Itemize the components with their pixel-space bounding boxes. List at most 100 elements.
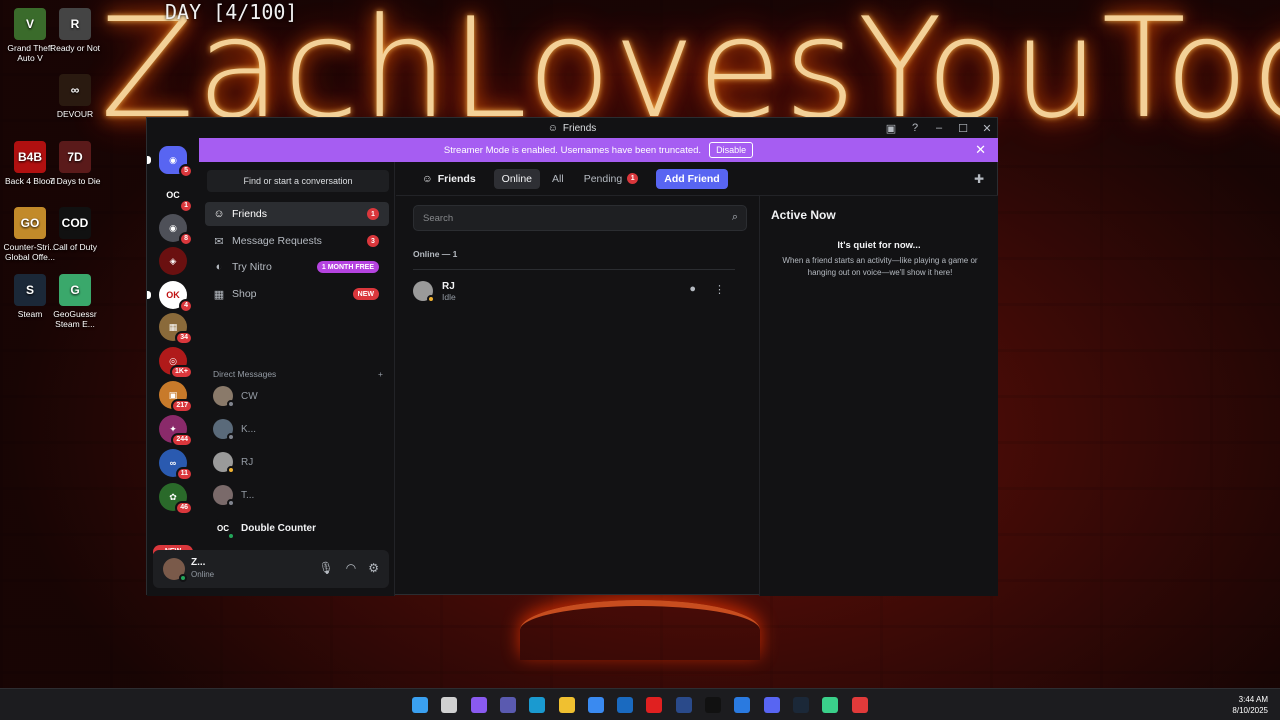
red-app-icon[interactable]	[646, 697, 662, 713]
more-options-icon[interactable]: ⋮	[714, 283, 725, 296]
server-server-ok[interactable]: OK 4	[159, 281, 193, 313]
sidebar-item-shop[interactable]: ▦ Shop NEW	[205, 282, 389, 306]
banner-close-icon[interactable]: ✕	[975, 142, 986, 158]
active-now-title: Active Now	[771, 208, 836, 222]
system-clock[interactable]: 3:44 AM 8/10/2025	[1232, 694, 1268, 716]
desktop-icon[interactable]: 7D 7 Days to Die	[47, 141, 103, 186]
server-server-orange[interactable]: ▣ 217	[159, 381, 193, 413]
server-server-green[interactable]: ✿ 46	[159, 483, 193, 515]
back4blood-icon: B4B	[14, 141, 46, 173]
unread-pill	[147, 291, 151, 299]
sidebar-item-mail[interactable]: ✉ Message Requests 3	[205, 229, 389, 253]
server-home-server[interactable]: ◉ 5	[159, 146, 193, 178]
status-dot	[227, 466, 235, 474]
server-server-tan[interactable]: ▦ 34	[159, 313, 193, 345]
server-server-red-logo[interactable]: ◈	[159, 247, 187, 275]
tiktok-icon[interactable]	[705, 697, 721, 713]
microphone-icon[interactable]: 🎙	[319, 561, 334, 575]
csgo-icon: GO	[14, 207, 46, 239]
add-dm-icon[interactable]: +	[378, 369, 383, 379]
server-glyph: ◉	[169, 222, 177, 233]
dm-item[interactable]: CW	[205, 381, 389, 411]
dm-name: CW	[241, 390, 258, 402]
nitro-icon: ◐	[215, 261, 223, 273]
new-group-dm-icon[interactable]: ✚	[974, 172, 984, 186]
desktop-icon[interactable]: G GeoGuessr Steam E...	[47, 274, 103, 329]
online-count-header: Online — 1	[413, 249, 458, 259]
desktop-icon[interactable]: COD Call of Duty	[47, 207, 103, 252]
disable-streamer-button[interactable]: Disable	[709, 142, 754, 158]
7days-icon: 7D	[59, 141, 91, 173]
dm-avatar-glyph: OC	[217, 523, 229, 533]
help-icon[interactable]: ?	[909, 122, 921, 134]
tab-pending-label: Pending	[583, 172, 623, 185]
steam-icon[interactable]	[793, 697, 809, 713]
android-icon[interactable]	[822, 697, 838, 713]
file-icon[interactable]	[441, 697, 457, 713]
divider	[413, 269, 735, 270]
outlook-icon[interactable]	[617, 697, 633, 713]
server-mention-badge: 46	[175, 501, 193, 515]
dm-item[interactable]: K...	[205, 414, 389, 444]
server-server-oc[interactable]: OC 1	[159, 181, 193, 213]
close-button[interactable]: ✕	[981, 122, 993, 135]
steam-icon: S	[14, 274, 46, 306]
start-icon[interactable]	[412, 697, 428, 713]
bag-icon[interactable]	[852, 697, 868, 713]
user-avatar[interactable]	[163, 558, 187, 582]
gta-icon: V	[14, 8, 46, 40]
banner-message: Streamer Mode is enabled. Usernames have…	[443, 144, 702, 156]
dm-item[interactable]: OC Double Counter	[205, 513, 389, 543]
sidebar-item-label: Try Nitro	[232, 261, 272, 273]
add-friend-button[interactable]: Add Friend	[656, 168, 728, 189]
server-server-red-white[interactable]: ◎ 1K+	[159, 347, 193, 379]
teams-icon[interactable]	[500, 697, 516, 713]
sidebar-item-nitro[interactable]: ◐ Try Nitro 1 MONTH FREE	[205, 255, 389, 279]
minimize-button[interactable]: –	[933, 122, 945, 134]
clock-date: 8/10/2025	[1232, 706, 1268, 715]
message-bubble-icon[interactable]: ●	[689, 283, 696, 296]
server-server-pink[interactable]: ✦ 244	[159, 415, 193, 447]
server-mention-badge: 1	[179, 199, 193, 213]
user-status: Online	[191, 570, 215, 579]
find-conversation-input[interactable]: Find or start a conversation	[207, 170, 389, 192]
discord-icon[interactable]	[764, 697, 780, 713]
server-glyph: ▦	[168, 321, 178, 332]
tab-online[interactable]: Online	[493, 168, 541, 189]
active-now-panel: Active Now It's quiet for now... When a …	[759, 196, 998, 596]
hp-icon[interactable]	[676, 697, 692, 713]
tab-pending[interactable]: Pending 1	[576, 169, 647, 189]
unread-pill	[147, 156, 151, 164]
friend-row[interactable]: RJ Idle ● ⋮	[413, 276, 735, 306]
tab-all[interactable]: All	[544, 169, 572, 189]
direct-messages-header: Direct Messages +	[213, 369, 383, 379]
inbox-icon[interactable]: ▣	[885, 122, 897, 135]
friend-name: RJ	[442, 280, 455, 292]
server-server-blue[interactable]: ∞ 11	[159, 449, 193, 481]
server-server-discord-gray[interactable]: ◉ 8	[159, 214, 193, 246]
store-icon[interactable]	[588, 697, 604, 713]
user-status-dot	[179, 574, 187, 582]
dm-item[interactable]: RJ	[205, 447, 389, 477]
streamer-mode-banner: Streamer Mode is enabled. Usernames have…	[199, 138, 998, 162]
settings-gear-icon[interactable]: ⚙	[368, 561, 379, 575]
media-icon[interactable]	[734, 697, 750, 713]
dm-avatar	[213, 386, 235, 408]
desktop-icon[interactable]: R Ready or Not	[47, 8, 103, 53]
friends-topbar: ☺ Friends Online All Pending 1 Add Frien…	[396, 162, 998, 196]
clock-time: 3:44 AM	[1238, 695, 1268, 704]
copilot-icon[interactable]	[471, 697, 487, 713]
desktop-icon-label: 7 Days to Die	[49, 176, 101, 186]
explorer-icon[interactable]	[559, 697, 575, 713]
friends-list-pane: Search ⌕ Online — 1 RJ Idle ● ⋮	[396, 196, 758, 596]
headset-icon[interactable]: ◠	[346, 561, 356, 575]
geoguessr-icon: G	[59, 274, 91, 306]
server-glyph: ∞	[169, 458, 177, 468]
desktop-icon[interactable]: ∞ DEVOUR	[47, 74, 103, 119]
sidebar-item-label: Message Requests	[232, 235, 322, 247]
sidebar-item-friends[interactable]: ☺ Friends 1	[205, 202, 389, 226]
friends-search-input[interactable]: Search ⌕	[413, 205, 747, 231]
edge-icon[interactable]	[529, 697, 545, 713]
dm-item[interactable]: T...	[205, 480, 389, 510]
maximize-button[interactable]: ☐	[957, 122, 969, 135]
